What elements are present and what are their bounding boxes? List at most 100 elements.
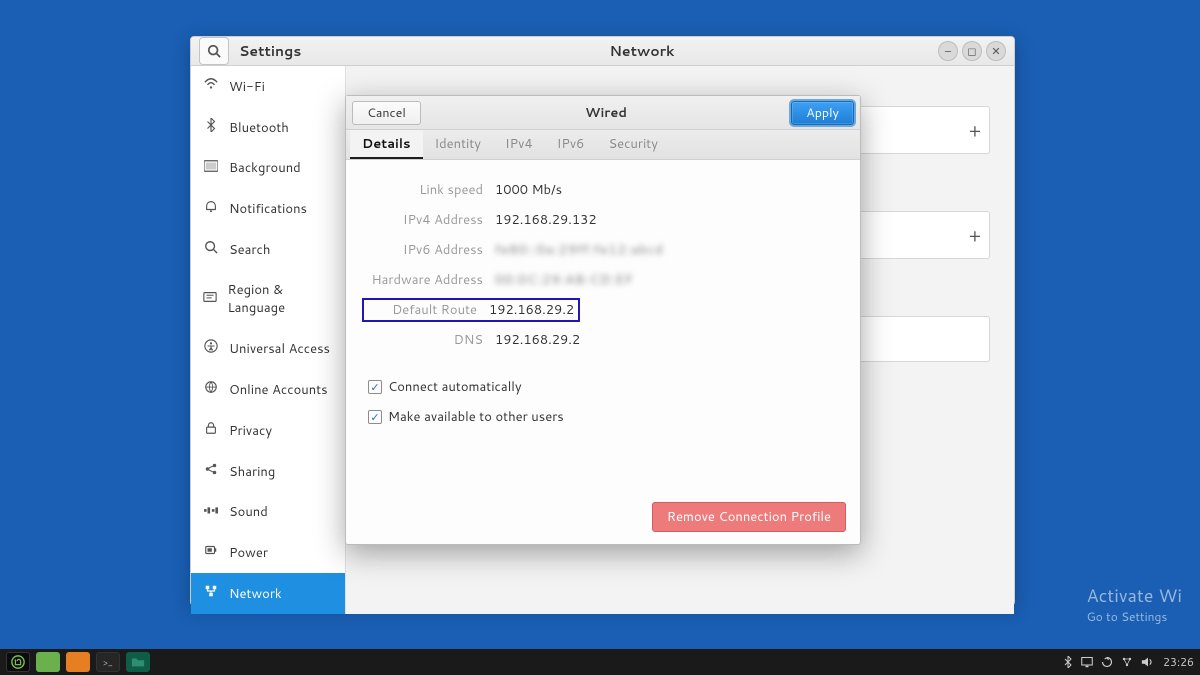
detail-label: IPv6 Address: [368, 241, 483, 259]
sidebar-item-label: Sharing: [229, 463, 275, 481]
wifi-icon: [203, 77, 219, 96]
sidebar-item-universal[interactable]: Universal Access: [191, 328, 345, 369]
power-icon: [203, 543, 219, 562]
taskbar-app-2[interactable]: [66, 652, 90, 672]
activation-watermark: Activate Wi Go to Settings: [1086, 582, 1182, 625]
detail-label: Link speed: [368, 181, 483, 199]
detail-hardware: Hardware Address 00:0C:29:AB:CD:EF: [368, 266, 838, 294]
detail-ipv4: IPv4 Address 192.168.29.132: [368, 206, 838, 234]
search-icon: [203, 240, 219, 259]
bluetooth-icon: [203, 118, 219, 137]
close-icon: ✕: [991, 43, 1000, 59]
taskbar-clock[interactable]: 23:26: [1163, 654, 1194, 670]
privacy-icon: [203, 421, 219, 440]
checkbox-label: Make available to other users: [388, 408, 564, 426]
taskbar-app-1[interactable]: [36, 652, 60, 672]
add-vpn-button[interactable]: +: [969, 222, 981, 248]
minimize-icon: –: [945, 43, 951, 59]
maximize-button[interactable]: ◻: [962, 41, 982, 61]
search-icon: [207, 44, 221, 58]
add-connection-button[interactable]: +: [969, 117, 981, 143]
sidebar-item-power[interactable]: Power: [191, 532, 345, 573]
dialog-title: Wired: [427, 104, 785, 122]
terminal-icon: >_: [103, 656, 113, 669]
sidebar-item-label: Wi-Fi: [229, 78, 265, 96]
sidebar[interactable]: Wi-Fi Bluetooth Background Notifications: [191, 66, 346, 614]
network-icon: [203, 584, 219, 603]
tab-ipv4[interactable]: IPv4: [493, 130, 545, 159]
detail-value: 192.168.29.2: [489, 301, 574, 319]
taskbar: >_ 23:26: [0, 649, 1200, 675]
background-icon: [203, 159, 219, 177]
tab-ipv6[interactable]: IPv6: [545, 130, 597, 159]
sidebar-item-search[interactable]: Search: [191, 229, 345, 270]
tab-details[interactable]: Details: [350, 130, 423, 159]
region-icon: [203, 290, 217, 309]
titlebar: Settings Network – ◻ ✕: [191, 37, 1014, 66]
page-title: Network: [346, 41, 938, 61]
taskbar-app-terminal[interactable]: >_: [96, 652, 120, 672]
sidebar-item-label: Power: [229, 544, 268, 562]
sharing-icon: [203, 462, 219, 481]
dialog-body: Link speed 1000 Mb/s IPv4 Address 192.16…: [346, 160, 860, 494]
maximize-icon: ◻: [967, 43, 976, 59]
wired-settings-dialog: Cancel Wired Apply Details Identity IPv4…: [345, 95, 861, 545]
sidebar-item-label: Online Accounts: [229, 381, 328, 399]
sidebar-item-label: Universal Access: [229, 340, 330, 358]
sidebar-item-notifications[interactable]: Notifications: [191, 188, 345, 229]
sound-icon: [203, 503, 219, 521]
checkbox-make-available[interactable]: ✓ Make available to other users: [368, 408, 838, 426]
minimize-button[interactable]: –: [938, 41, 958, 61]
sidebar-item-label: Background: [229, 159, 301, 177]
start-menu-button[interactable]: [6, 652, 30, 672]
tray-network-icon[interactable]: [1121, 656, 1133, 668]
sidebar-item-wifi[interactable]: Wi-Fi: [191, 66, 345, 107]
mint-logo-icon: [11, 655, 25, 669]
search-button[interactable]: [199, 37, 229, 65]
detail-value: 1000 Mb/s: [495, 181, 562, 199]
dialog-footer: Remove Connection Profile: [346, 494, 860, 544]
tray-volume-icon[interactable]: [1141, 656, 1155, 668]
sidebar-item-label: Search: [229, 241, 270, 259]
system-tray: 23:26: [1063, 654, 1194, 670]
sidebar-item-background[interactable]: Background: [191, 148, 345, 188]
sidebar-item-bluetooth[interactable]: Bluetooth: [191, 107, 345, 148]
sidebar-item-label: Bluetooth: [229, 119, 289, 137]
folder-icon: [131, 656, 145, 668]
sidebar-item-online[interactable]: Online Accounts: [191, 369, 345, 410]
sidebar-item-region[interactable]: Region & Language: [191, 270, 345, 328]
cancel-button[interactable]: Cancel: [352, 101, 421, 125]
checkbox-icon: ✓: [368, 410, 382, 424]
detail-link-speed: Link speed 1000 Mb/s: [368, 176, 838, 204]
sidebar-item-sound[interactable]: Sound: [191, 492, 345, 532]
detail-value: 00:0C:29:AB:CD:EF: [495, 271, 634, 289]
dialog-tabs: Details Identity IPv4 IPv6 Security: [346, 130, 860, 160]
detail-default-route: Default Route 192.168.29.2: [368, 296, 838, 324]
detail-label: DNS: [368, 331, 483, 349]
close-button[interactable]: ✕: [986, 41, 1006, 61]
tray-display-icon[interactable]: [1081, 656, 1093, 668]
detail-value: 192.168.29.132: [495, 211, 597, 229]
universal-access-icon: [203, 339, 219, 358]
detail-ipv6: IPv6 Address fe80::0a:29ff:fe12:abcd: [368, 236, 838, 264]
detail-label: IPv4 Address: [368, 211, 483, 229]
taskbar-app-files[interactable]: [126, 652, 150, 672]
apply-button[interactable]: Apply: [791, 101, 854, 125]
tray-updates-icon[interactable]: [1101, 656, 1113, 668]
sidebar-item-privacy[interactable]: Privacy: [191, 410, 345, 451]
sidebar-item-sharing[interactable]: Sharing: [191, 451, 345, 492]
sidebar-item-label: Sound: [229, 503, 268, 521]
detail-dns: DNS 192.168.29.2: [368, 326, 838, 354]
dialog-header: Cancel Wired Apply: [346, 96, 860, 130]
checkbox-connect-auto[interactable]: ✓ Connect automatically: [368, 378, 838, 396]
tab-security[interactable]: Security: [596, 130, 670, 159]
remove-connection-button[interactable]: Remove Connection Profile: [652, 502, 846, 532]
sidebar-item-network[interactable]: Network: [191, 573, 345, 614]
detail-label: Hardware Address: [368, 271, 483, 289]
checkbox-label: Connect automatically: [388, 378, 522, 396]
online-accounts-icon: [203, 380, 219, 399]
notifications-icon: [203, 199, 219, 218]
tab-identity[interactable]: Identity: [423, 130, 494, 159]
watermark-line2: Go to Settings: [1086, 608, 1182, 625]
tray-bluetooth-icon[interactable]: [1063, 656, 1073, 668]
